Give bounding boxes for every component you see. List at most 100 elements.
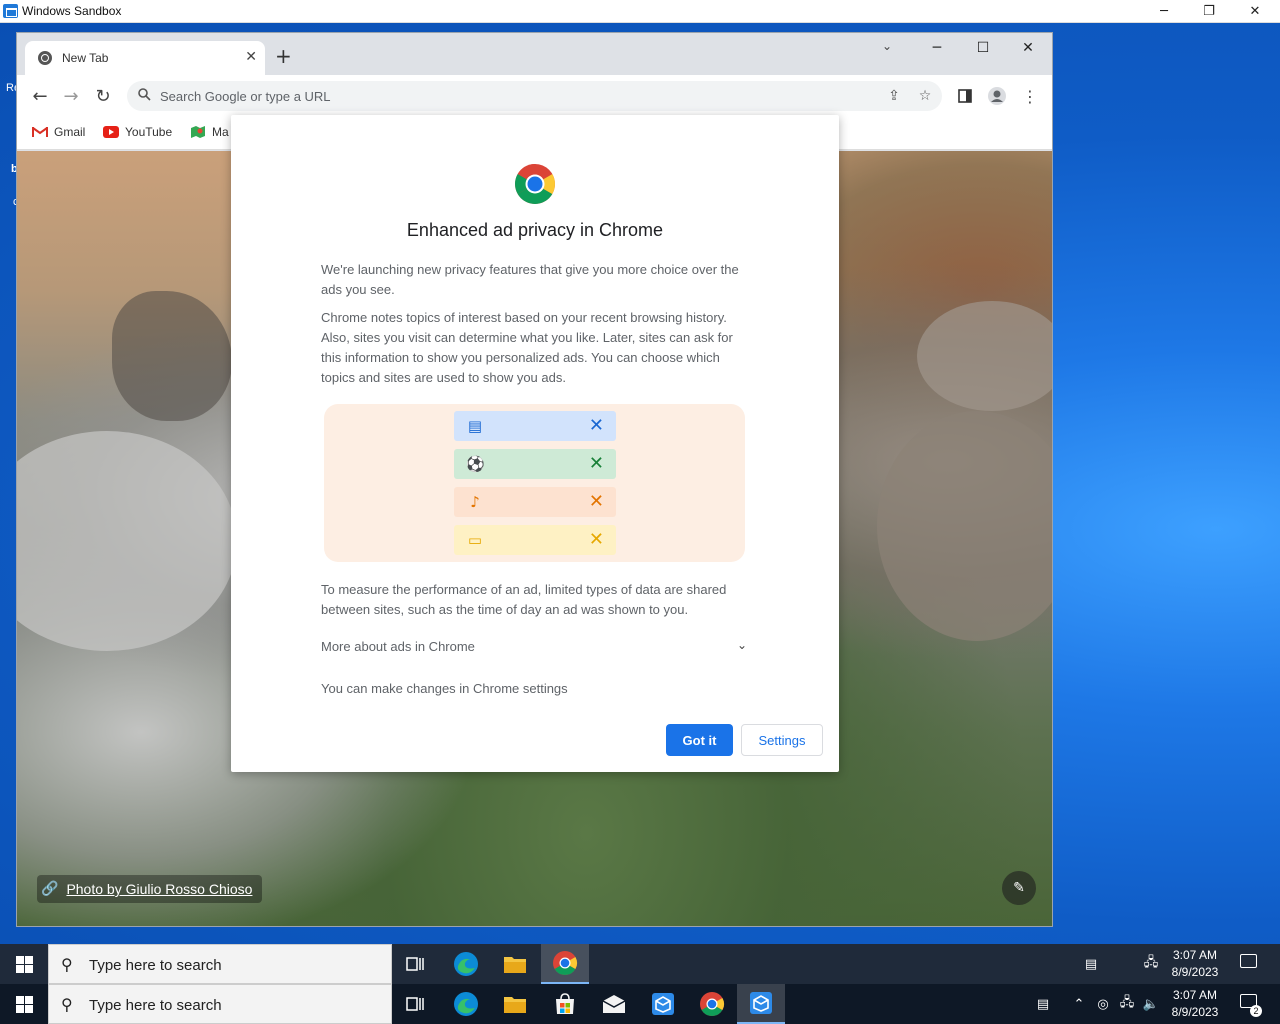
- chevron-down-icon: ⌄: [736, 638, 747, 652]
- tab-close-icon[interactable]: ✕: [245, 49, 257, 65]
- chrome-taskbar-icon[interactable]: [541, 944, 589, 984]
- tab-strip: New Tab ✕ + ⌄ ─ ☐ ✕: [17, 33, 1052, 75]
- sandbox-titlebar[interactable]: Windows Sandbox ─ ❐ ✕: [0, 0, 1280, 23]
- settings-button[interactable]: Settings: [741, 724, 823, 756]
- taskbar-search-input[interactable]: [89, 995, 379, 1015]
- chrome-taskbar-icon[interactable]: [688, 984, 736, 1024]
- customize-chrome-button[interactable]: ✎: [1002, 871, 1036, 905]
- bookmark-youtube[interactable]: YouTube: [103, 125, 172, 139]
- taskbar-search-box[interactable]: ⚲: [48, 984, 392, 1024]
- got-it-button[interactable]: Got it: [666, 724, 733, 756]
- more-about-ads-expander[interactable]: More about ads in Chrome ⌄: [321, 638, 747, 661]
- news-widget-icon[interactable]: ▤: [1078, 954, 1104, 974]
- taskbar-clock[interactable]: 3:07 AM 8/9/2023: [1166, 987, 1224, 1021]
- dialog-title: Enhanced ad privacy in Chrome: [406, 220, 664, 240]
- back-button[interactable]: ←: [29, 85, 51, 107]
- remove-topic-icon: ✕: [588, 491, 604, 512]
- omnibox[interactable]: ⇪ ☆: [127, 81, 942, 111]
- gmail-icon: [32, 127, 48, 137]
- profile-avatar-icon[interactable]: [986, 85, 1008, 107]
- bookmark-star-icon[interactable]: ☆: [915, 86, 935, 106]
- edge-icon[interactable]: [442, 944, 490, 984]
- topics-illustration: ▤ ✕ ⚽ ✕ ♪ ✕ ▭ ✕: [324, 404, 745, 562]
- remove-topic-icon: ✕: [588, 529, 604, 550]
- search-icon: [138, 88, 151, 101]
- sandbox-close-button[interactable]: ✕: [1232, 0, 1278, 23]
- sports-icon: ⚽: [466, 455, 485, 473]
- dialog-paragraph-measurement: To measure the performance of an ad, lim…: [321, 582, 727, 617]
- file-explorer-icon[interactable]: [491, 984, 539, 1024]
- chrome-menu-icon[interactable]: ⋮: [1019, 85, 1041, 107]
- share-icon[interactable]: ⇪: [884, 86, 904, 106]
- volume-muted-icon[interactable]: 🔈: [1140, 994, 1162, 1014]
- chrome-close-button[interactable]: ✕: [1006, 37, 1050, 59]
- tab-search-button[interactable]: ⌄: [882, 39, 892, 53]
- topic-row: ⚽ ✕: [454, 449, 616, 479]
- ad-privacy-dialog: Enhanced ad privacy in Chrome We're laun…: [231, 115, 839, 772]
- clock-time: 3:07 AM: [1172, 948, 1218, 962]
- host-taskbar: ⚲ ▤ ⌃ ◎ 🖧 🔈 3:07 AM 8/9/2023 2: [0, 984, 1280, 1024]
- start-button[interactable]: [0, 944, 48, 984]
- photo-credit-link[interactable]: 🔗 Photo by Giulio Rosso Chioso: [37, 875, 263, 903]
- chrome-maximize-button[interactable]: ☐: [961, 37, 1005, 59]
- background-rock: [917, 301, 1052, 411]
- omnibox-input[interactable]: [160, 86, 860, 106]
- forward-button[interactable]: →: [60, 85, 82, 107]
- sandbox-minimize-button[interactable]: ─: [1141, 0, 1187, 23]
- dialog-paragraph-topics: Chrome notes topics of interest based on…: [321, 310, 733, 385]
- action-center-icon[interactable]: [1238, 952, 1260, 974]
- music-icon: ♪: [470, 493, 480, 511]
- topic-row: ♪ ✕: [454, 487, 616, 517]
- taskbar-search-box[interactable]: ⚲: [48, 944, 392, 984]
- show-hidden-icons-chevron-icon[interactable]: ⌃: [1068, 994, 1090, 1014]
- expander-label: More about ads in Chrome: [321, 639, 475, 654]
- maps-icon: [191, 126, 205, 138]
- taskbar-clock[interactable]: 3:07 AM 8/9/2023: [1166, 947, 1224, 981]
- new-tab-button[interactable]: +: [275, 46, 292, 66]
- reload-button[interactable]: ↻: [92, 85, 114, 107]
- task-view-icon[interactable]: [392, 984, 440, 1024]
- background-rock: [112, 291, 232, 421]
- clock-date: 8/9/2023: [1171, 1005, 1219, 1019]
- youtube-icon: [103, 126, 119, 138]
- sandbox-taskbar: ⚲ ▤ 🖧 3:07 AM 8/9/2023: [0, 944, 1280, 984]
- link-icon: 🔗: [41, 881, 59, 897]
- action-center-icon[interactable]: 2: [1238, 992, 1262, 1017]
- tab-new-tab[interactable]: New Tab ✕: [25, 41, 265, 75]
- sandbox-app-icon: [3, 4, 18, 18]
- search-icon: ⚲: [61, 955, 73, 974]
- mail-icon[interactable]: [590, 984, 638, 1024]
- network-icon[interactable]: 🖧: [1116, 994, 1138, 1014]
- background-rock: [17, 431, 237, 651]
- sandbox-restore-button[interactable]: ❐: [1186, 0, 1232, 23]
- side-panel-icon[interactable]: [954, 85, 976, 107]
- remove-topic-icon: ✕: [588, 415, 604, 436]
- settings-note: You can make changes in Chrome settings: [321, 681, 568, 696]
- windows-sandbox-active-icon[interactable]: [737, 984, 785, 1024]
- chrome-logo-icon: [515, 164, 555, 204]
- meet-now-icon[interactable]: ◎: [1092, 994, 1114, 1014]
- remove-topic-icon: ✕: [588, 453, 604, 474]
- clock-date: 8/9/2023: [1171, 965, 1219, 979]
- chrome-minimize-button[interactable]: ─: [915, 37, 959, 59]
- bookmark-maps[interactable]: Ma: [190, 125, 229, 139]
- network-icon[interactable]: 🖧: [1140, 954, 1162, 974]
- topic-row: ▤ ✕: [454, 411, 616, 441]
- start-button[interactable]: [0, 984, 48, 1024]
- store-icon[interactable]: [541, 984, 589, 1024]
- news-widget-icon[interactable]: ▤: [1030, 994, 1056, 1014]
- file-explorer-icon[interactable]: [491, 944, 539, 984]
- background-rock: [877, 411, 1052, 641]
- bookmark-label: YouTube: [125, 125, 173, 139]
- task-view-icon[interactable]: [392, 944, 440, 984]
- notification-count: 2: [1250, 1005, 1262, 1017]
- bookmark-label: Gmail: [54, 125, 86, 139]
- windows-sandbox-icon[interactable]: [639, 984, 687, 1024]
- taskbar-search-input[interactable]: [89, 955, 379, 975]
- edge-icon[interactable]: [442, 984, 490, 1024]
- windows-logo-icon: [15, 955, 33, 973]
- search-icon: ⚲: [61, 995, 73, 1014]
- chrome-favicon-icon: [38, 51, 52, 65]
- bookmark-gmail[interactable]: Gmail: [32, 125, 85, 139]
- clock-time: 3:07 AM: [1172, 988, 1218, 1002]
